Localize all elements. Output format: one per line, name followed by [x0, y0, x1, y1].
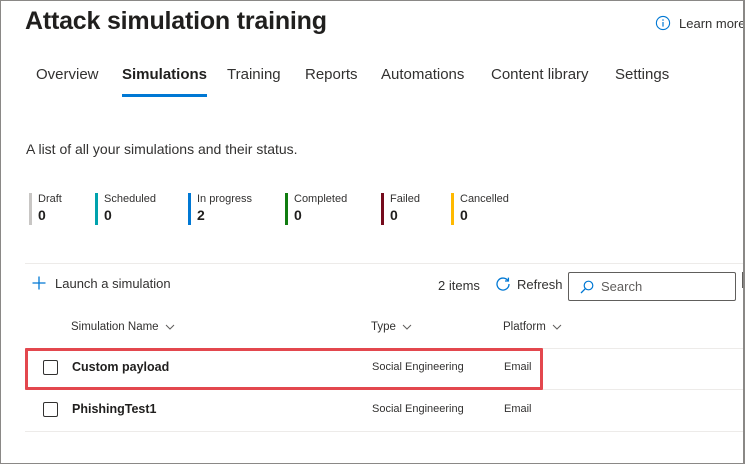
section-divider — [25, 263, 743, 264]
plus-icon — [32, 276, 46, 290]
status-color-bar — [95, 193, 98, 225]
status-scheduled: Scheduled 0 — [95, 192, 156, 226]
status-color-bar — [381, 193, 384, 225]
status-color-bar — [188, 193, 191, 225]
tab-bar: Overview Simulations Training Reports Au… — [1, 63, 743, 97]
page-title: Attack simulation training — [25, 7, 327, 35]
tab-training[interactable]: Training — [227, 63, 281, 97]
tab-reports[interactable]: Reports — [305, 63, 358, 97]
tab-content-library[interactable]: Content library — [491, 63, 589, 97]
status-color-bar — [451, 193, 454, 225]
app-frame: Attack simulation training Learn more Ov… — [0, 0, 745, 464]
status-failed: Failed 0 — [381, 192, 420, 226]
column-header-type[interactable]: Type — [371, 321, 412, 333]
refresh-label: Refresh — [517, 276, 563, 292]
status-count: 0 — [294, 207, 302, 223]
status-label: Completed — [294, 193, 348, 205]
status-label: Failed — [390, 193, 420, 205]
simulation-name-link[interactable]: Custom payload — [72, 360, 169, 374]
column-header-label: Type — [371, 321, 396, 333]
tab-automations[interactable]: Automations — [381, 63, 464, 97]
status-count: 2 — [197, 207, 205, 223]
column-header-label: Simulation Name — [71, 321, 159, 333]
launch-simulation-button[interactable]: Launch a simulation — [31, 275, 171, 291]
refresh-icon — [496, 277, 510, 291]
search-box[interactable] — [568, 272, 736, 301]
status-draft: Draft 0 — [29, 192, 62, 226]
learn-more-link[interactable]: Learn more — [655, 15, 745, 31]
column-header-label: Platform — [503, 321, 546, 333]
refresh-button[interactable]: Refresh — [495, 276, 563, 292]
status-count: 0 — [38, 207, 46, 223]
row-checkbox[interactable] — [43, 360, 58, 375]
status-label: Draft — [38, 193, 62, 205]
search-input[interactable] — [601, 279, 721, 294]
simulation-platform: Email — [504, 361, 532, 373]
status-in-progress: In progress 2 — [188, 192, 252, 226]
status-completed: Completed 0 — [285, 192, 347, 226]
info-icon — [655, 15, 671, 31]
status-count: 0 — [460, 207, 468, 223]
toolbar-overflow-edge — [742, 272, 743, 288]
simulation-type: Social Engineering — [372, 361, 464, 373]
column-header-platform[interactable]: Platform — [503, 321, 562, 333]
simulation-platform: Email — [504, 403, 532, 415]
status-cancelled: Cancelled 0 — [451, 192, 509, 226]
page-description: A list of all your simulations and their… — [26, 141, 298, 157]
status-color-bar — [29, 193, 32, 225]
search-icon — [580, 280, 594, 293]
column-header-simulation-name[interactable]: Simulation Name — [71, 321, 175, 333]
tab-overview[interactable]: Overview — [36, 63, 99, 97]
status-label: Cancelled — [460, 193, 509, 205]
tab-simulations[interactable]: Simulations — [122, 63, 208, 97]
row-checkbox[interactable] — [43, 402, 58, 417]
tab-settings[interactable]: Settings — [615, 63, 669, 97]
simulation-name-link[interactable]: PhishingTest1 — [72, 402, 157, 416]
chevron-down-icon — [165, 324, 174, 330]
chevron-down-icon — [552, 324, 562, 330]
simulation-type: Social Engineering — [372, 403, 464, 415]
status-label: In progress — [197, 193, 253, 205]
table-row[interactable]: PhishingTest1 Social Engineering Email — [25, 390, 743, 432]
table-row[interactable]: Custom payload Social Engineering Email — [25, 348, 743, 390]
status-count: 0 — [104, 207, 112, 223]
status-count: 0 — [390, 207, 398, 223]
status-label: Scheduled — [104, 193, 156, 205]
status-color-bar — [285, 193, 288, 225]
launch-simulation-label: Launch a simulation — [55, 275, 171, 291]
items-count: 2 items — [438, 278, 480, 293]
learn-more-label: Learn more — [679, 15, 745, 31]
chevron-down-icon — [402, 324, 412, 330]
